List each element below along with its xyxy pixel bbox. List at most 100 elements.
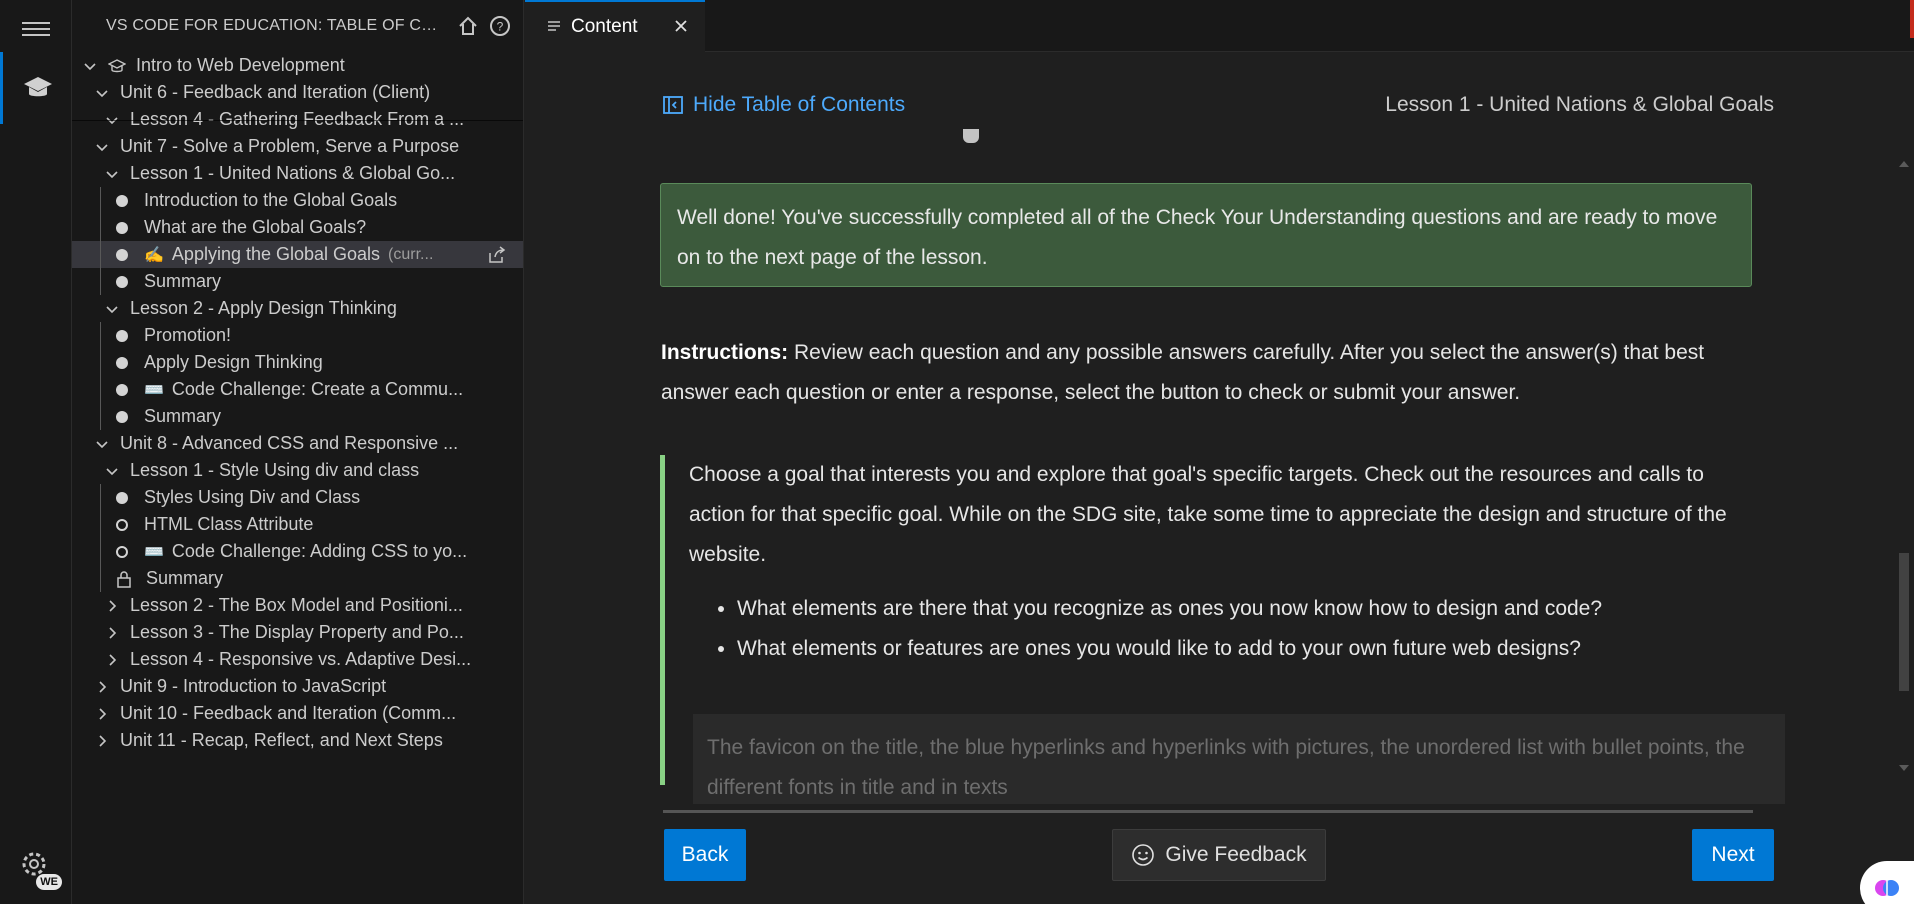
chevron-down-icon[interactable] xyxy=(82,58,98,74)
toc-item[interactable]: Summary xyxy=(72,565,523,592)
indent-guide xyxy=(100,484,101,592)
assistant-bubble[interactable] xyxy=(1860,861,1914,904)
scrollbar-thumb[interactable] xyxy=(1899,553,1909,691)
sidebar-title: VS CODE FOR EDUCATION: TABLE OF CON... xyxy=(106,17,447,34)
toc-item[interactable]: HTML Class Attribute xyxy=(72,511,523,538)
instructions-text: Instructions: Review each question and a… xyxy=(661,333,1751,413)
toc-item-label: Intro to Web Development xyxy=(136,55,345,75)
toc-item-label: Lesson 1 - Style Using div and class xyxy=(130,460,420,480)
toc-item-label: Lesson 4 - Responsive vs. Adaptive Desi.… xyxy=(130,649,472,669)
clipped-heading-fragment xyxy=(963,129,979,143)
toc-item[interactable]: Promotion! xyxy=(72,322,523,349)
toc-item-label: Unit 9 - Introduction to JavaScript xyxy=(120,676,387,696)
tab-label: Content xyxy=(571,16,638,37)
open-external-icon[interactable] xyxy=(487,245,507,265)
keyboard-icon: ⌨️ xyxy=(144,381,164,399)
list-item: What elements or features are ones you w… xyxy=(737,629,1752,669)
toc-item-label: Lesson 2 - Apply Design Thinking xyxy=(130,298,397,318)
give-feedback-button[interactable]: Give Feedback xyxy=(1112,829,1326,881)
answer-textarea[interactable]: The favicon on the title, the blue hyper… xyxy=(693,714,1785,804)
toc-item-label: Lesson 3 - The Display Property and Po..… xyxy=(130,622,464,642)
toc-item[interactable]: Lesson 4 - Responsive vs. Adaptive Desi.… xyxy=(72,646,523,673)
chevron-down-icon[interactable] xyxy=(104,301,120,317)
tab-content[interactable]: Content xyxy=(525,0,705,52)
toc-item-label: Apply Design Thinking xyxy=(144,352,323,372)
chevron-right-icon[interactable] xyxy=(104,652,120,668)
back-button[interactable]: Back xyxy=(664,829,746,881)
toc-item[interactable]: Apply Design Thinking xyxy=(72,349,523,376)
toc-item[interactable]: Unit 11 - Recap, Reflect, and Next Steps xyxy=(72,727,523,754)
completed-dot-icon xyxy=(116,194,128,207)
smile-icon xyxy=(1132,844,1155,866)
toc-item[interactable]: Intro to Web Development xyxy=(72,52,523,79)
toc-item[interactable]: Summary xyxy=(72,403,523,430)
toc-item[interactable]: ✍️ Applying the Global Goals (curr... xyxy=(72,241,523,268)
toc-item[interactable]: Unit 8 - Advanced CSS and Responsive ... xyxy=(72,430,523,457)
toc-item-label: Code Challenge: Create a Commu... xyxy=(171,379,464,399)
lesson-title: Lesson 1 - United Nations & Global Goals xyxy=(1385,93,1774,116)
preview-icon xyxy=(548,21,560,31)
incomplete-circle-icon xyxy=(116,545,128,558)
toc-item[interactable]: Unit 9 - Introduction to JavaScript xyxy=(72,673,523,700)
toc-item[interactable]: Lesson 1 - United Nations & Global Go... xyxy=(72,160,523,187)
toc-item[interactable]: ⌨️ Code Challenge: Create a Commu... xyxy=(72,376,523,403)
toc-item[interactable]: ⌨️ Code Challenge: Adding CSS to yo... xyxy=(72,538,523,565)
toc-item-label: Summary xyxy=(144,406,222,426)
lesson-content-view: Hide Table of Contents Lesson 1 - United… xyxy=(525,53,1914,904)
toc-item[interactable]: Lesson 3 - The Display Property and Po..… xyxy=(72,619,523,646)
toc-item-label: Unit 8 - Advanced CSS and Responsive ... xyxy=(120,433,459,453)
toc-item-label: Summary xyxy=(144,271,222,291)
chevron-down-icon[interactable] xyxy=(104,463,120,479)
education-view-button[interactable] xyxy=(0,52,72,124)
toc-item[interactable]: What are the Global Goals? xyxy=(72,214,523,241)
toc-tree: Intro to Web Development Unit 6 - Feedbac… xyxy=(72,52,523,754)
toc-item[interactable]: Lesson 2 - Apply Design Thinking xyxy=(72,295,523,322)
chevron-down-icon[interactable] xyxy=(94,436,110,452)
chevron-right-icon[interactable] xyxy=(104,625,120,641)
completed-dot-icon xyxy=(116,356,128,369)
toc-item[interactable]: Unit 10 - Feedback and Iteration (Comm..… xyxy=(72,700,523,727)
scroll-up-arrow[interactable] xyxy=(1899,161,1909,167)
toc-item[interactable]: Unit 7 - Solve a Problem, Serve a Purpos… xyxy=(72,133,523,160)
table-of-contents-sidebar: VS CODE FOR EDUCATION: TABLE OF CON... ?… xyxy=(72,0,524,904)
toc-item-label: HTML Class Attribute xyxy=(144,514,314,534)
chevron-right-icon[interactable] xyxy=(104,598,120,614)
question-block: Choose a goal that interests you and exp… xyxy=(660,455,1785,804)
toc-item[interactable]: Lesson 1 - Style Using div and class xyxy=(72,457,523,484)
chevron-down-icon[interactable] xyxy=(94,85,110,101)
writing-hand-icon: ✍️ xyxy=(144,246,164,264)
chevron-down-icon[interactable] xyxy=(104,166,120,182)
toc-item[interactable]: Summary xyxy=(72,268,523,295)
graduation-cap-icon xyxy=(23,77,52,97)
success-alert: Well done! You've successfully completed… xyxy=(660,183,1752,287)
toc-item-label: Code Challenge: Adding CSS to yo... xyxy=(171,541,468,561)
hide-toc-link[interactable]: Hide Table of Contents xyxy=(663,93,905,117)
scroll-down-arrow[interactable] xyxy=(1899,765,1909,771)
brain-icon xyxy=(1875,880,1899,896)
toc-item[interactable]: Introduction to the Global Goals xyxy=(72,187,523,214)
chevron-right-icon[interactable] xyxy=(94,706,110,722)
toc-item-label: Introduction to the Global Goals xyxy=(144,190,398,210)
toc-item-label: Unit 11 - Recap, Reflect, and Next Steps xyxy=(120,730,443,750)
chevron-right-icon[interactable] xyxy=(94,733,110,749)
toc-item[interactable]: Lesson 2 - The Box Model and Positioni..… xyxy=(72,592,523,619)
vertical-scrollbar[interactable] xyxy=(1894,53,1914,904)
editor-tab-bar: Content xyxy=(525,0,1914,52)
manage-settings-button[interactable]: WE xyxy=(18,848,62,890)
toc-item[interactable]: Unit 6 - Feedback and Iteration (Client) xyxy=(72,79,523,106)
completed-dot-icon xyxy=(116,329,128,342)
toc-item[interactable]: Styles Using Div and Class xyxy=(72,484,523,511)
menu-icon[interactable] xyxy=(22,18,50,40)
window-accent xyxy=(1910,0,1914,38)
home-icon[interactable] xyxy=(457,15,479,37)
next-button[interactable]: Next xyxy=(1692,829,1774,881)
close-icon[interactable] xyxy=(671,16,691,36)
keyboard-icon: ⌨️ xyxy=(144,543,164,561)
toc-item-label: Unit 6 - Feedback and Iteration (Client) xyxy=(120,82,431,102)
help-icon[interactable]: ? xyxy=(489,15,511,37)
incomplete-circle-icon xyxy=(116,518,128,531)
chevron-down-icon[interactable] xyxy=(94,139,110,155)
completed-dot-icon xyxy=(116,221,128,234)
question-bullets: What elements are there that you recogni… xyxy=(737,589,1752,669)
chevron-right-icon[interactable] xyxy=(94,679,110,695)
